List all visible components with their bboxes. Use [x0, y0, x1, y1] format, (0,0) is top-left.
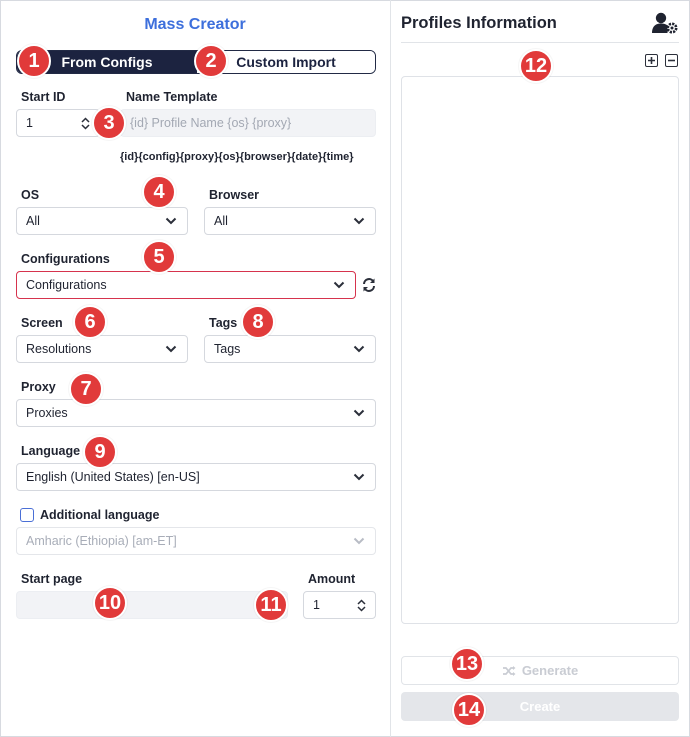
- name-template-input[interactable]: {id} Profile Name {os} {proxy}: [120, 109, 376, 137]
- proxy-value: Proxies: [26, 406, 68, 420]
- amount-label: Amount: [308, 572, 356, 586]
- os-label: OS: [21, 188, 40, 202]
- additional-language-label: Additional language: [40, 508, 160, 522]
- browser-label: Browser: [209, 188, 260, 202]
- tags-value: Tags: [214, 342, 241, 356]
- name-template-placeholder: {id} Profile Name {os} {proxy}: [130, 116, 292, 130]
- name-template-label: Name Template: [126, 90, 218, 104]
- additional-language-value: Amharic (Ethiopia) [am-ET]: [26, 534, 177, 548]
- collapse-all-icon[interactable]: [665, 54, 678, 67]
- screen-value: Resolutions: [26, 342, 92, 356]
- chevron-down-icon: [332, 278, 346, 292]
- browser-select[interactable]: All: [204, 207, 376, 235]
- start-id-stepper[interactable]: 1: [16, 109, 100, 137]
- panel-title: Mass Creator: [144, 16, 246, 33]
- annotation-badge: 12: [519, 49, 553, 83]
- annotation-badge: 9: [83, 435, 117, 469]
- configurations-label: Configurations: [21, 252, 110, 266]
- stepper-up-icon[interactable]: [81, 116, 90, 123]
- stepper-down-icon[interactable]: [357, 605, 366, 612]
- chevron-down-icon: [352, 342, 366, 356]
- start-page-input[interactable]: [16, 591, 288, 619]
- start-id-label: Start ID: [21, 90, 66, 104]
- generate-button[interactable]: Generate: [401, 656, 679, 685]
- additional-language-select[interactable]: Amharic (Ethiopia) [am-ET]: [16, 527, 376, 555]
- user-settings-icon[interactable]: [651, 11, 679, 35]
- os-value: All: [26, 214, 40, 228]
- chevron-down-icon: [164, 342, 178, 356]
- browser-value: All: [214, 214, 228, 228]
- chevron-down-icon: [352, 470, 366, 484]
- profiles-list[interactable]: [401, 76, 679, 624]
- annotation-badge: 2: [194, 44, 228, 78]
- expand-all-icon[interactable]: [645, 54, 658, 67]
- annotation-badge: 6: [73, 305, 107, 339]
- chevron-down-icon: [352, 214, 366, 228]
- annotation-badge: 8: [241, 305, 275, 339]
- additional-language-row: Additional language: [20, 508, 159, 522]
- header-divider: [401, 42, 679, 43]
- chevron-down-icon: [352, 534, 366, 548]
- annotation-badge: 10: [93, 586, 127, 620]
- template-tokens: {id}{config}{proxy}{os}{browser}{date}{t…: [120, 151, 354, 163]
- annotation-badge: 13: [450, 647, 484, 681]
- configurations-value: Configurations: [26, 278, 107, 292]
- annotation-badge: 11: [254, 588, 288, 622]
- start-page-label: Start page: [21, 572, 83, 586]
- additional-language-checkbox[interactable]: [20, 508, 34, 522]
- screen-label: Screen: [21, 316, 63, 330]
- stepper-up-icon[interactable]: [357, 598, 366, 605]
- refresh-icon[interactable]: [361, 277, 377, 293]
- start-id-value: 1: [26, 116, 33, 130]
- annotation-badge: 3: [92, 106, 126, 140]
- generate-label: Generate: [521, 663, 579, 678]
- create-button[interactable]: Create: [401, 692, 679, 721]
- amount-stepper[interactable]: 1: [303, 591, 376, 619]
- language-label: Language: [21, 444, 81, 458]
- annotation-badge: 5: [142, 240, 176, 274]
- panel-divider: [390, 0, 391, 737]
- amount-value: 1: [313, 598, 320, 612]
- annotation-badge: 4: [142, 175, 176, 209]
- configurations-select[interactable]: Configurations: [16, 271, 356, 299]
- create-label: Create: [519, 699, 561, 714]
- tags-select[interactable]: Tags: [204, 335, 376, 363]
- proxy-select[interactable]: Proxies: [16, 399, 376, 427]
- start-id-spin: [81, 116, 90, 130]
- profiles-info-title: Profiles Information: [401, 14, 557, 32]
- os-select[interactable]: All: [16, 207, 188, 235]
- chevron-down-icon: [352, 406, 366, 420]
- annotation-badge: 1: [17, 44, 51, 78]
- stepper-down-icon[interactable]: [81, 123, 90, 130]
- annotation-badge: 7: [69, 372, 103, 406]
- language-select[interactable]: English (United States) [en-US]: [16, 463, 376, 491]
- language-value: English (United States) [en-US]: [26, 470, 200, 484]
- proxy-label: Proxy: [21, 380, 56, 394]
- chevron-down-icon: [164, 214, 178, 228]
- screen-select[interactable]: Resolutions: [16, 335, 188, 363]
- tags-label: Tags: [209, 316, 238, 330]
- amount-spin: [357, 598, 366, 612]
- shuffle-icon: [502, 665, 516, 676]
- annotation-badge: 14: [452, 693, 486, 727]
